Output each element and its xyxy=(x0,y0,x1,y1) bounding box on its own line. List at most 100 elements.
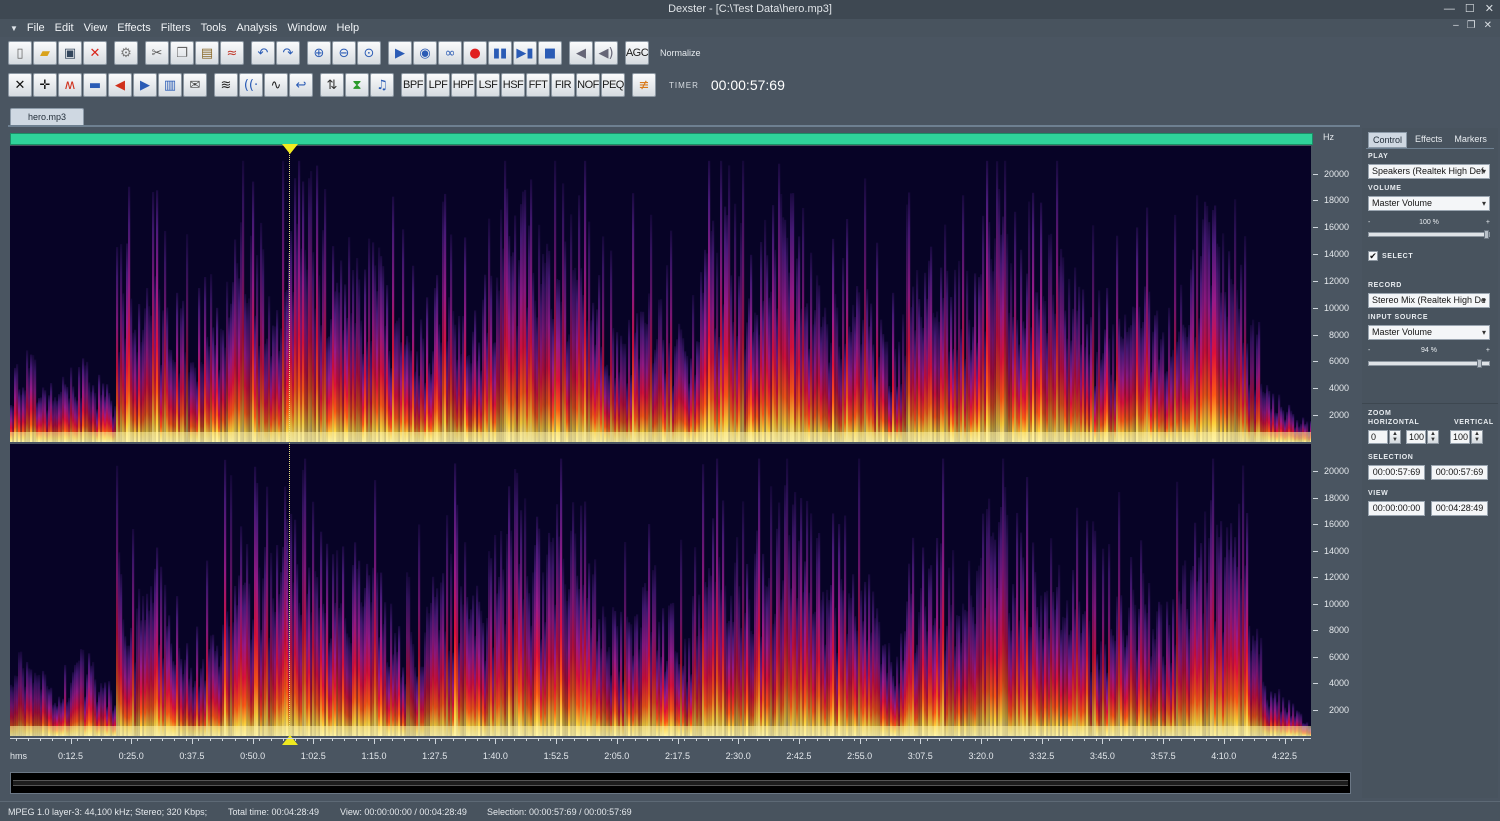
system-menu-icon[interactable]: ▼ xyxy=(10,24,18,33)
volume-down-icon[interactable]: ◀ xyxy=(569,41,593,65)
horizontal-scrollbar[interactable] xyxy=(10,772,1351,794)
menu-help[interactable]: Help xyxy=(331,22,364,34)
waveform-overview[interactable] xyxy=(10,133,1313,145)
play-loop-icon[interactable]: ◉ xyxy=(413,41,437,65)
hz-tick xyxy=(1313,550,1318,552)
menu-effects[interactable]: Effects xyxy=(112,22,155,34)
bpf-button[interactable]: BPF xyxy=(401,73,425,97)
document-tab[interactable]: hero.mp3 xyxy=(10,108,84,125)
play-volume-thumb[interactable] xyxy=(1484,230,1489,239)
zoom-h-from-stepper[interactable]: ▲ ▼ xyxy=(1389,430,1401,444)
zoom-h-to-stepper[interactable]: ▲ ▼ xyxy=(1427,430,1439,444)
pitch-icon[interactable]: ⇅ xyxy=(320,73,344,97)
record-volume-slider[interactable] xyxy=(1368,359,1490,368)
lsf-button[interactable]: LSF xyxy=(476,73,500,97)
record-device-select[interactable]: Stereo Mix (Realtek High De ▾ xyxy=(1368,293,1490,308)
menu-edit[interactable]: Edit xyxy=(50,22,79,34)
tab-markers[interactable]: Markers xyxy=(1450,132,1491,148)
agc-button[interactable]: AGC xyxy=(625,41,649,65)
play-volume-slider[interactable] xyxy=(1368,230,1490,239)
fade-in-icon[interactable]: ◀ xyxy=(108,73,132,97)
equalizer-icon[interactable]: ≢ xyxy=(632,73,656,97)
maximize-button[interactable]: ☐ xyxy=(1465,0,1475,19)
close-button[interactable]: ✕ xyxy=(1485,0,1494,19)
menu-analysis[interactable]: Analysis xyxy=(231,22,282,34)
zoom-out-icon[interactable]: ⊖ xyxy=(332,41,356,65)
menu-view[interactable]: View xyxy=(79,22,113,34)
new-icon[interactable]: ▯ xyxy=(8,41,32,65)
close-file-icon[interactable]: ✕ xyxy=(83,41,107,65)
hz-tick xyxy=(1313,709,1318,711)
fft-button[interactable]: FFT xyxy=(526,73,550,97)
reverse-icon[interactable]: ↩ xyxy=(289,73,313,97)
stop-icon[interactable]: ■ xyxy=(538,41,562,65)
peq-button[interactable]: PEQ xyxy=(601,73,625,97)
copy-icon[interactable]: ❐ xyxy=(170,41,194,65)
menu-tools[interactable]: Tools xyxy=(196,22,232,34)
spectrogram-right-channel[interactable] xyxy=(10,444,1311,736)
tempo-icon[interactable]: ⧗ xyxy=(345,73,369,97)
time-minor-tick xyxy=(1278,738,1280,741)
selection-end-field[interactable]: 00:00:57:69 xyxy=(1431,465,1488,480)
minimize-button[interactable]: — xyxy=(1444,0,1455,19)
menu-file[interactable]: File xyxy=(22,22,50,34)
scrollbar-thumb[interactable] xyxy=(13,780,1348,786)
cursor-marker-top[interactable] xyxy=(282,144,298,154)
zoom-fit-icon[interactable]: ⊙ xyxy=(357,41,381,65)
envelope-icon[interactable]: ✉ xyxy=(183,73,207,97)
zoom-h-from-input[interactable]: 0 xyxy=(1368,430,1388,444)
zoom-v-input[interactable]: 100 xyxy=(1450,430,1470,444)
nof-button[interactable]: NOF xyxy=(576,73,600,97)
loop-icon[interactable]: ∞ xyxy=(438,41,462,65)
play-icon[interactable]: ▶ xyxy=(388,41,412,65)
silence-icon[interactable]: ▬ xyxy=(83,73,107,97)
save-icon[interactable]: ▣ xyxy=(58,41,82,65)
tab-effects[interactable]: Effects xyxy=(1411,132,1446,148)
amplify-icon[interactable]: ▥ xyxy=(158,73,182,97)
fir-button[interactable]: FIR xyxy=(551,73,575,97)
play-device-select[interactable]: Speakers (Realtek High Def ▾ xyxy=(1368,164,1490,179)
open-icon[interactable]: ▰ xyxy=(33,41,57,65)
flanger-icon[interactable]: ∿ xyxy=(264,73,288,97)
record-icon[interactable]: ● xyxy=(463,41,487,65)
selection-start-field[interactable]: 00:00:57:69 xyxy=(1368,465,1425,480)
forward-icon[interactable]: ▶▮ xyxy=(513,41,537,65)
paste-icon[interactable]: ▤ xyxy=(195,41,219,65)
volume-up-icon[interactable]: ◀) xyxy=(594,41,618,65)
echo-icon[interactable]: ≋ xyxy=(214,73,238,97)
noise-icon[interactable]: ʍ xyxy=(58,73,82,97)
undo-icon[interactable]: ↶ xyxy=(251,41,275,65)
playback-cursor[interactable] xyxy=(289,146,290,736)
cut-icon[interactable]: ✂ xyxy=(145,41,169,65)
doc-close-button[interactable]: ✕ xyxy=(1484,20,1492,31)
settings-icon[interactable]: ⚙ xyxy=(114,41,138,65)
pause-icon[interactable]: ▮▮ xyxy=(488,41,512,65)
record-volume-thumb[interactable] xyxy=(1476,359,1482,368)
input-source-select[interactable]: Master Volume ▾ xyxy=(1368,325,1490,340)
crop-icon[interactable]: ✛ xyxy=(33,73,57,97)
fade-out-icon[interactable]: ▶ xyxy=(133,73,157,97)
lpf-button[interactable]: LPF xyxy=(426,73,450,97)
normalize-button[interactable]: Normalize xyxy=(660,48,701,58)
tab-control[interactable]: Control xyxy=(1368,132,1408,148)
zoom-in-icon[interactable]: ⊕ xyxy=(307,41,331,65)
expand-icon[interactable]: ✕ xyxy=(8,73,32,97)
view-end-field[interactable]: 00:04:28:49 xyxy=(1431,501,1488,516)
reverb-icon[interactable]: ((· xyxy=(239,73,263,97)
hpf-button[interactable]: HPF xyxy=(451,73,475,97)
mix-paste-icon[interactable]: ≈ xyxy=(220,41,244,65)
redo-icon[interactable]: ↷ xyxy=(276,41,300,65)
music-icon[interactable]: ♫ xyxy=(370,73,394,97)
zoom-h-to-input[interactable]: 100 xyxy=(1406,430,1426,444)
volume-source-select[interactable]: Master Volume ▾ xyxy=(1368,196,1490,211)
menu-window[interactable]: Window xyxy=(282,22,331,34)
select-checkbox[interactable]: ✔ xyxy=(1368,251,1378,261)
menu-filters[interactable]: Filters xyxy=(156,22,196,34)
time-tick xyxy=(70,738,72,744)
spectrogram-left-channel[interactable] xyxy=(10,146,1311,442)
doc-minimize-button[interactable]: – xyxy=(1453,20,1459,31)
hsf-button[interactable]: HSF xyxy=(501,73,525,97)
view-start-field[interactable]: 00:00:00:00 xyxy=(1368,501,1425,516)
doc-restore-button[interactable]: ❐ xyxy=(1467,20,1476,31)
zoom-v-stepper[interactable]: ▲ ▼ xyxy=(1471,430,1483,444)
